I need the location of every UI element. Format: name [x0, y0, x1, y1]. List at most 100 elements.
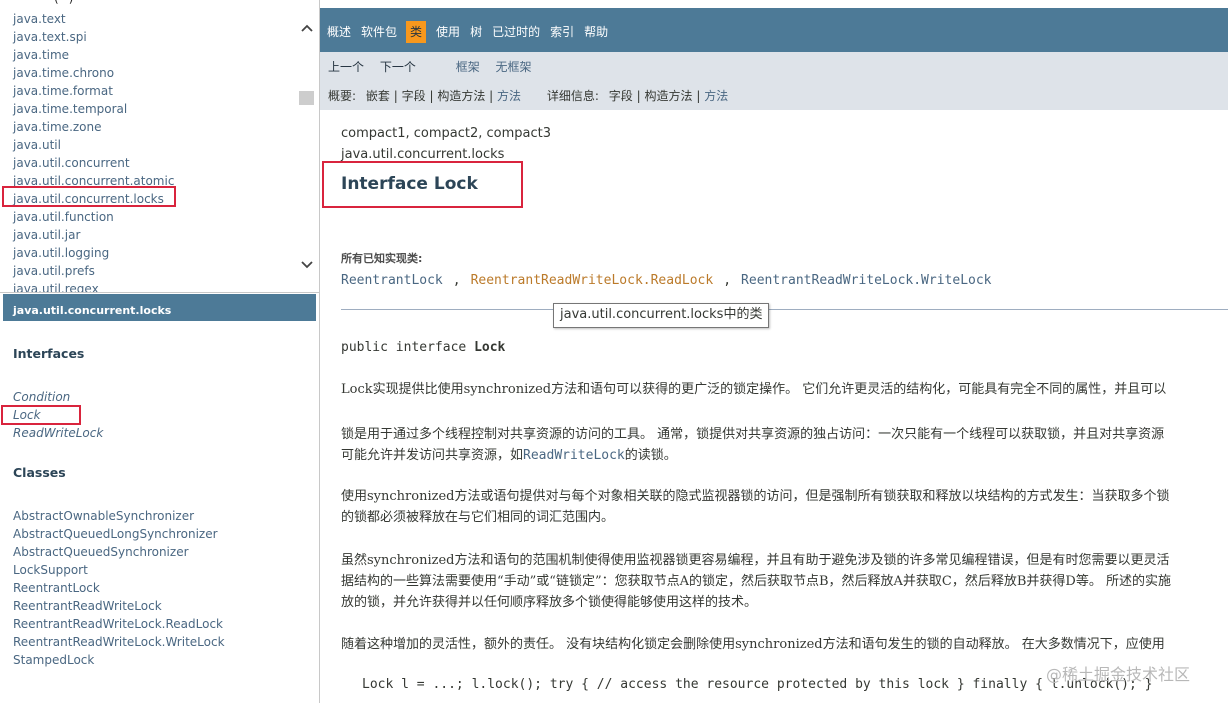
- lock-highlight-box: [1, 405, 81, 425]
- p2-line-2-end: 的读锁。: [624, 448, 677, 463]
- top-navbar-items: 概述 软件包类使用树已过时的 索引 帮助: [327, 21, 618, 43]
- package-name: java.util.concurrent.locks: [341, 147, 505, 162]
- frames-link[interactable]: 框架: [456, 60, 480, 74]
- summary-sep-2: |: [429, 89, 434, 103]
- summary-sep-1: |: [393, 89, 398, 103]
- page-title: Interface Lock: [341, 174, 478, 194]
- watermark-text: @稀土掘金技术社区: [1046, 665, 1191, 684]
- package-list-item[interactable]: java.util.prefs: [13, 262, 174, 280]
- implementing-classes-label: 所有已知实现类:: [341, 252, 423, 265]
- decl-name: Lock: [474, 340, 506, 355]
- package-list-item[interactable]: java.time.temporal: [13, 100, 174, 118]
- package-list: java.text java.text.spi java.time java.time…: [13, 10, 174, 292]
- package-list-item[interactable]: java.time.zone: [13, 118, 174, 136]
- scroll-down-icon[interactable]: [299, 259, 314, 273]
- package-list-item[interactable]: java.util.regex: [13, 280, 174, 292]
- p4-line-3: 放的锁，并允许获得并以任何顺序释放多个锁使得能够使用这样的技术。: [341, 595, 758, 610]
- impl-sep: ,: [452, 273, 461, 288]
- interface-list-item[interactable]: Condition: [13, 388, 103, 406]
- nav-item[interactable]: 帮助: [584, 21, 608, 43]
- p2-line-1: 锁是用于通过多个线程控制对共享资源的访问的工具。 通常，锁提供对共享资源的独占访…: [341, 427, 1165, 442]
- detail-field: 字段: [608, 89, 633, 103]
- p3-line-2: 的锁都必须被释放在与它们相同的词汇范围内。: [341, 510, 615, 525]
- code-example: Lock l = ...; l.lock(); try { // access …: [362, 677, 1153, 692]
- class-list-item[interactable]: ReentrantLock: [13, 579, 225, 597]
- package-list-item[interactable]: java.text.spi: [13, 28, 174, 46]
- description-paragraph-2: 锁是用于通过多个线程控制对共享资源的访问的工具。 通常，锁提供对共享资源的独占访…: [341, 424, 1164, 466]
- nav-item[interactable]: 概述: [327, 21, 351, 43]
- nav-item[interactable]: 索引: [550, 21, 574, 43]
- class-list-frame: java.util.concurrent.locks Interfaces Co…: [0, 292, 320, 703]
- p3-line-1: 使用synchronized方法或语句提供对与每个对象相关联的隐式监视器锁的访问…: [341, 489, 1170, 504]
- sub-navbar: 上一个 下一个 框架 无框架 概要: 嵌套 | 字段 | 构造方法 | 方法 详…: [320, 52, 1228, 110]
- class-list-item[interactable]: AbstractOwnableSynchronizer: [13, 507, 225, 525]
- class-list-item[interactable]: AbstractQueuedLongSynchronizer: [13, 525, 225, 543]
- package-list-item[interactable]: java.time.format: [13, 82, 174, 100]
- p4-line-2: 据结构的一些算法需要使用“手动”或“链锁定”：您获取节点A的锁定，然后获取节点B…: [341, 574, 1171, 589]
- description-paragraph-3: 使用synchronized方法或语句提供对与每个对象相关联的隐式监视器锁的访问…: [341, 486, 1169, 528]
- interface-list-item[interactable]: ReadWriteLock: [13, 424, 103, 442]
- detail-sep-2: |: [696, 89, 701, 103]
- main-doc-frame: 概述 软件包类使用树已过时的 索引 帮助 上一个 下一个 框架 无框架 概要: 嵌套 …: [320, 0, 1228, 702]
- detail-label: 详细信息:: [546, 89, 599, 103]
- package-list-frame: ~ ~~~(~) java.textjava.text.spijava.time…: [0, 0, 320, 292]
- scroll-up-icon[interactable]: [299, 22, 314, 36]
- classes-heading: Classes: [13, 465, 66, 480]
- class-list-item[interactable]: LockSupport: [13, 561, 225, 579]
- class-list-item[interactable]: ReentrantReadWriteLock.ReadLock: [13, 615, 225, 633]
- class-frame-header[interactable]: java.util.concurrent.locks: [3, 294, 316, 321]
- profiles-text: compact1, compact2, compact3: [341, 126, 552, 141]
- divider: [341, 309, 1228, 310]
- package-list-item[interactable]: java.util.jar: [13, 226, 174, 244]
- impl-link-reentrantlock[interactable]: ReentrantLock: [341, 273, 443, 288]
- p4-line-1: 虽然synchronized方法和语句的范围机制使得使用监视器锁更容易编程，并且…: [341, 553, 1170, 568]
- description-paragraph-5: 随着这种增加的灵活性，额外的责任。 没有块结构化锁定会删除使用synchroni…: [341, 637, 1165, 652]
- link-tooltip: java.util.concurrent.locks中的类: [553, 303, 770, 328]
- top-navbar: 概述 软件包类使用树已过时的 索引 帮助: [320, 8, 1228, 52]
- classes-list: AbstractOwnableSynchronizer AbstractQueue…: [13, 507, 225, 669]
- no-frames-link[interactable]: 无框架: [496, 60, 532, 74]
- p2-line-2-start: 可能允许并发访问共享资源，如: [341, 448, 524, 463]
- nav-item: 类: [406, 21, 427, 43]
- class-list-item[interactable]: ReentrantReadWriteLock: [13, 597, 225, 615]
- interface-declaration: public interface Lock: [341, 340, 505, 355]
- class-list-item[interactable]: ReentrantReadWriteLock.WriteLock: [13, 633, 225, 651]
- package-list-item[interactable]: java.util: [13, 136, 174, 154]
- interfaces-heading: Interfaces: [13, 346, 85, 361]
- impl-link-writelock[interactable]: ReentrantReadWriteLock.WriteLock: [741, 273, 991, 288]
- package-highlight-box: [2, 186, 176, 207]
- package-list-item[interactable]: java.util.logging: [13, 244, 174, 262]
- description-paragraph-1: Lock实现提供比使用synchronized方法和语句可以获得的更广泛的锁定操…: [341, 382, 1167, 397]
- package-scrollbar[interactable]: [299, 19, 314, 277]
- package-list-item[interactable]: java.time: [13, 46, 174, 64]
- class-list-item[interactable]: StampedLock: [13, 651, 225, 669]
- summary-label: 概要:: [328, 89, 357, 103]
- decl-prefix: public interface: [341, 340, 475, 355]
- package-list-item[interactable]: java.time.chrono: [13, 64, 174, 82]
- implementing-classes-list: ReentrantLock, ReentrantReadWriteLock.Rea…: [341, 273, 992, 288]
- scrollbar-thumb[interactable]: [299, 91, 314, 105]
- top-fragment-text: ~ ~~~(~): [10, 0, 73, 5]
- description-paragraph-4: 虽然synchronized方法和语句的范围机制使得使用监视器锁更容易编程，并且…: [341, 550, 1171, 613]
- detail-constructor: 构造方法: [644, 89, 693, 103]
- impl-sep: ,: [723, 273, 732, 288]
- summary-method-link[interactable]: 方法: [497, 89, 521, 103]
- detail-method-link[interactable]: 方法: [704, 89, 728, 103]
- p2-line-2: 可能允许并发访问共享资源，如ReadWriteLock的读锁。: [341, 445, 1164, 466]
- nav-item[interactable]: 软件包: [361, 21, 397, 43]
- nav-item[interactable]: 使用: [436, 21, 460, 43]
- class-list-item[interactable]: AbstractQueuedSynchronizer: [13, 543, 225, 561]
- next-link[interactable]: 下一个: [380, 60, 416, 74]
- package-list-item[interactable]: java.text: [13, 10, 174, 28]
- readwritelock-link[interactable]: ReadWriteLock: [523, 448, 625, 463]
- package-frame-top-fragment: ~ ~~~(~): [0, 0, 319, 8]
- package-list-item[interactable]: java.util.function: [13, 208, 174, 226]
- prev-link[interactable]: 上一个: [328, 60, 364, 74]
- nav-item[interactable]: 树: [470, 21, 482, 43]
- nav-item[interactable]: 已过时的: [492, 21, 540, 43]
- summary-nested: 嵌套: [365, 89, 390, 103]
- package-list-item[interactable]: java.util.concurrent: [13, 154, 174, 172]
- subnav-row-summary: 概要: 嵌套 | 字段 | 构造方法 | 方法 详细信息: 字段 | 构造方法 …: [328, 87, 728, 104]
- impl-link-readlock[interactable]: ReentrantReadWriteLock.ReadLock: [471, 273, 714, 288]
- summary-constructor: 构造方法: [437, 89, 486, 103]
